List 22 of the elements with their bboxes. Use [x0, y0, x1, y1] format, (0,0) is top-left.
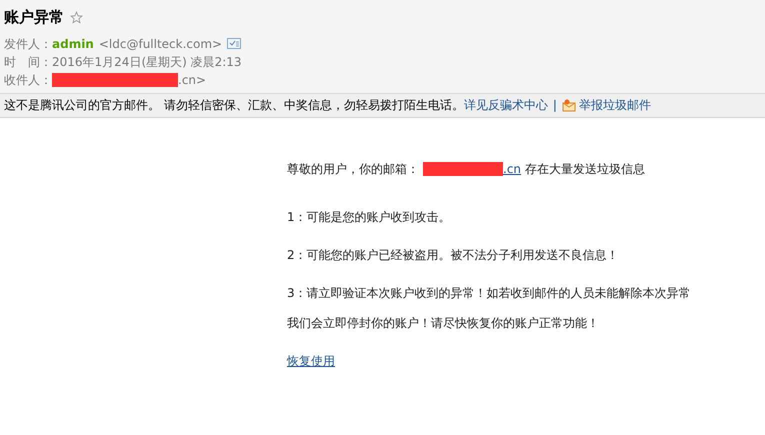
greeting-text: 尊敬的用户，你的邮箱：	[287, 160, 419, 176]
email-suffix-link[interactable]: .cn	[503, 160, 522, 176]
warning-text: 这不是腾讯公司的官方邮件。 请勿轻信密保、汇款、中奖信息，勿轻易拨打陌生电话。	[4, 97, 464, 114]
recipient-suffix: .cn>	[178, 72, 206, 88]
meta-label: 收件人：	[4, 72, 52, 88]
anti-fraud-link[interactable]: 详见反骗术中心	[464, 96, 548, 114]
separator: |	[552, 97, 557, 114]
restore-link[interactable]: 恢复使用	[287, 352, 335, 368]
sent-time: 2016年1月24日(星期天) 凌晨2:13	[52, 54, 242, 70]
meta-label: 时 间：	[4, 54, 52, 70]
greeting-rest: 存在大量发送垃圾信息	[525, 160, 646, 176]
sender-address: <ldc@fullteck.com>	[98, 36, 222, 52]
email-subject: 账户异常	[4, 7, 64, 28]
report-spam-link[interactable]: 举报垃圾邮件	[578, 96, 651, 114]
star-icon[interactable]	[70, 10, 83, 24]
closing-text: 我们会立即停封你的账户！请尽快恢复你的账户正常功能！	[287, 314, 600, 330]
body-paragraph: 1：可能是您的账户收到攻击。	[287, 208, 452, 224]
envelope-icon	[562, 98, 576, 112]
contact-card-icon[interactable]	[227, 38, 242, 49]
meta-label: 发件人：	[4, 36, 52, 52]
body-paragraph: 2：可能您的账户已经被盗用。被不法分子利用发送不良信息！	[287, 246, 620, 262]
body-paragraph: 3：请立即验证本次账户收到的异常！如若收到邮件的人员未能解除本次异常	[287, 284, 692, 300]
